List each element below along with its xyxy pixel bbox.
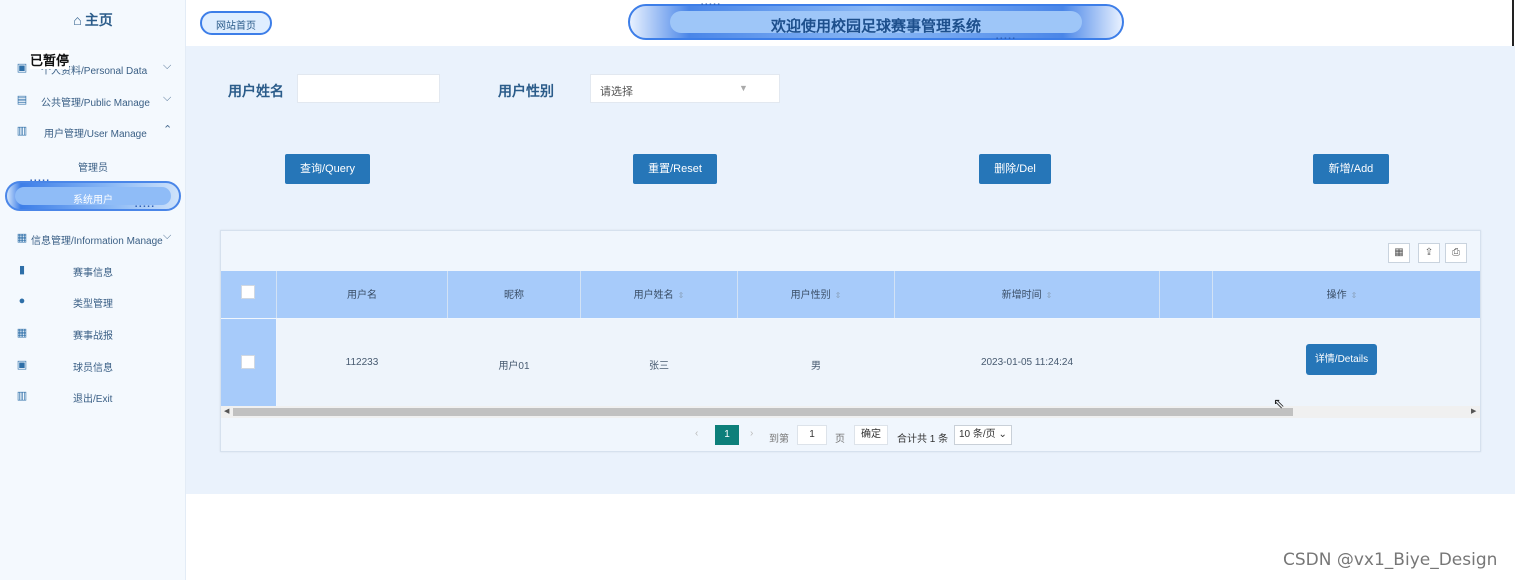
decor-dots: ▪▪▪▪▪ xyxy=(996,36,1017,42)
caret-down-icon: ▼ xyxy=(739,83,748,93)
column-header-realname[interactable]: 用户姓名 ⇕ xyxy=(581,286,737,301)
website-home-button[interactable]: 网站首页 xyxy=(200,11,272,35)
username-label: 用户姓名 xyxy=(228,83,284,99)
gender-select[interactable]: 请选择 ▼ xyxy=(590,74,780,103)
sidebar-subitem-player-info[interactable]: ▣ 球员信息 xyxy=(0,355,186,377)
reset-button[interactable]: 重置/Reset xyxy=(633,154,717,184)
sidebar-item-user-manage[interactable]: ▥ 用户管理/User Manage ⌃ xyxy=(0,121,186,143)
sort-icon: ⇕ xyxy=(1350,291,1358,300)
sidebar-item-label: 赛事信息 xyxy=(73,268,113,279)
sidebar-item-label: 球员信息 xyxy=(73,363,113,374)
watermark: CSDN @vx1_Biye_Design xyxy=(1283,550,1498,570)
sidebar-subitem-exit[interactable]: ▥ 退出/Exit xyxy=(0,386,186,408)
row-checkbox[interactable] xyxy=(241,355,255,369)
id-card-icon: ▣ xyxy=(16,62,28,74)
website-home-label: 网站首页 xyxy=(216,21,256,32)
gender-label: 用户性别 xyxy=(498,83,554,99)
sort-icon: ⇕ xyxy=(677,291,685,300)
prev-page-icon[interactable]: ‹ xyxy=(695,428,698,450)
sidebar-item-public-manage[interactable]: ▤ 公共管理/Public Manage ⌵ xyxy=(0,90,186,112)
chevron-down-icon: ⌵ xyxy=(163,230,172,242)
add-button[interactable]: 新增/Add xyxy=(1313,154,1389,184)
building-icon: ▥ xyxy=(16,125,28,137)
user-icon: ● xyxy=(18,295,26,307)
goto-page-input[interactable]: 1 xyxy=(797,425,827,445)
chart-icon: ▦ xyxy=(16,232,28,244)
select-all-checkbox[interactable] xyxy=(241,285,255,299)
page-title: 欢迎使用校园足球赛事管理系统 xyxy=(770,18,981,35)
sort-icon: ⇕ xyxy=(834,291,842,300)
column-header-nickname: 昵称 xyxy=(504,290,524,301)
print-icon[interactable]: ⎙ xyxy=(1445,243,1467,263)
columns-icon[interactable]: ▦ xyxy=(1388,243,1410,263)
page-size-select[interactable]: 10 条/页 ⌄ xyxy=(954,425,1012,445)
decor-dots: ▪▪▪▪▪ xyxy=(701,2,722,8)
column-header-gender[interactable]: 用户性别 ⇕ xyxy=(738,286,894,301)
clipboard-icon: ▤ xyxy=(16,94,28,106)
title-banner: 欢迎使用校园足球赛事管理系统 xyxy=(628,4,1124,40)
sidebar-item-personal-data[interactable]: ▣ 个人资料/Personal Data ⌵ xyxy=(0,58,186,80)
chevron-down-icon: ⌵ xyxy=(163,60,172,72)
delete-button[interactable]: 删除/Del xyxy=(979,154,1051,184)
sidebar-item-label: 退出/Exit xyxy=(73,394,113,405)
column-divider xyxy=(1159,271,1160,318)
page-number-current[interactable]: 1 xyxy=(715,425,739,445)
sort-icon: ⇕ xyxy=(1045,291,1053,300)
chevron-up-icon: ⌃ xyxy=(163,124,173,136)
sidebar-subitem-type-manage[interactable]: ● 类型管理 xyxy=(0,291,186,313)
top-header: 网站首页 欢迎使用校园足球赛事管理系统 ▪▪▪▪▪ ▪▪▪▪▪ xyxy=(186,0,1515,46)
calendar-icon: ▦ xyxy=(16,327,28,339)
cell-nickname: 用户01 xyxy=(498,361,530,372)
query-button[interactable]: 查询/Query xyxy=(285,154,370,184)
gender-select-placeholder: 请选择 xyxy=(600,86,633,98)
scroll-left-icon[interactable]: ◀ xyxy=(224,406,229,418)
sidebar-subitem-admin[interactable]: 管理员 xyxy=(0,159,186,174)
bookmark-icon: ▮ xyxy=(18,264,26,276)
sidebar-item-label: 用户管理/User Manage xyxy=(44,129,147,140)
cell-realname: 张三 xyxy=(649,361,669,372)
sidebar-item-information-manage[interactable]: ▦ 信息管理/Information Manage ⌵ xyxy=(0,228,186,250)
page-unit-label: 页 xyxy=(835,434,845,445)
column-header-created[interactable]: 新增时间 ⇕ xyxy=(895,286,1159,301)
decor-dots: ▪▪▪▪▪ xyxy=(135,204,156,210)
scrollbar-thumb[interactable] xyxy=(233,408,1293,416)
cell-username: 112233 xyxy=(345,357,379,368)
sidebar-subitem-match-info[interactable]: ▮ 赛事信息 xyxy=(0,260,186,282)
overlay-text: 已暂停 xyxy=(30,50,70,69)
details-button[interactable]: 详情/Details xyxy=(1306,344,1377,375)
export-icon[interactable]: ⇪ xyxy=(1418,243,1440,263)
table-card: ▦ ⇪ ⎙ 用户名 昵称 用户姓名 ⇕ 用户性别 ⇕ 新增时间 ⇕ 操作 ⇕ 11223… xyxy=(220,230,1481,452)
cell-created: 2023-01-05 11:24:24 xyxy=(980,357,1074,368)
horizontal-scrollbar[interactable]: ◀ ▶ xyxy=(221,406,1480,418)
sidebar-item-label: 类型管理 xyxy=(73,299,113,310)
column-header-username: 用户名 xyxy=(347,290,377,301)
username-input[interactable] xyxy=(297,74,440,103)
sidebar-item-label: 信息管理/Information Manage xyxy=(31,236,163,247)
total-count: 合计共 1 条 xyxy=(897,434,949,445)
calendar-check-icon: ▣ xyxy=(16,359,28,371)
sidebar-item-label: 公共管理/Public Manage xyxy=(41,98,150,109)
decor-dots: ▪▪▪▪▪ xyxy=(30,178,51,184)
next-page-icon[interactable]: › xyxy=(750,428,753,450)
cell-gender: 男 xyxy=(811,361,821,372)
chevron-down-icon: ⌄ xyxy=(998,429,1007,440)
goto-confirm-button[interactable]: 确定 xyxy=(854,425,888,445)
home-link[interactable]: ⌂ 主页 xyxy=(0,10,186,30)
home-icon: ⌂ xyxy=(73,12,82,28)
page-size-value: 10 条/页 xyxy=(959,429,996,440)
sidebar-item-label: 赛事战报 xyxy=(73,331,113,342)
goto-label: 到第 xyxy=(769,434,789,445)
chevron-down-icon: ⌵ xyxy=(163,92,172,104)
sidebar: ⌂ 主页 ▣ 个人资料/Personal Data ⌵ 已暂停 ▤ 公共管理/Pu… xyxy=(0,0,186,580)
scroll-right-icon[interactable]: ▶ xyxy=(1471,406,1476,418)
home-label: 主页 xyxy=(84,12,113,28)
book-icon: ▥ xyxy=(16,390,28,402)
sidebar-subitem-match-report[interactable]: ▦ 赛事战报 xyxy=(0,323,186,345)
mouse-cursor-icon: ⇖ xyxy=(1273,395,1285,411)
column-header-actions[interactable]: 操作 ⇕ xyxy=(1213,286,1471,301)
